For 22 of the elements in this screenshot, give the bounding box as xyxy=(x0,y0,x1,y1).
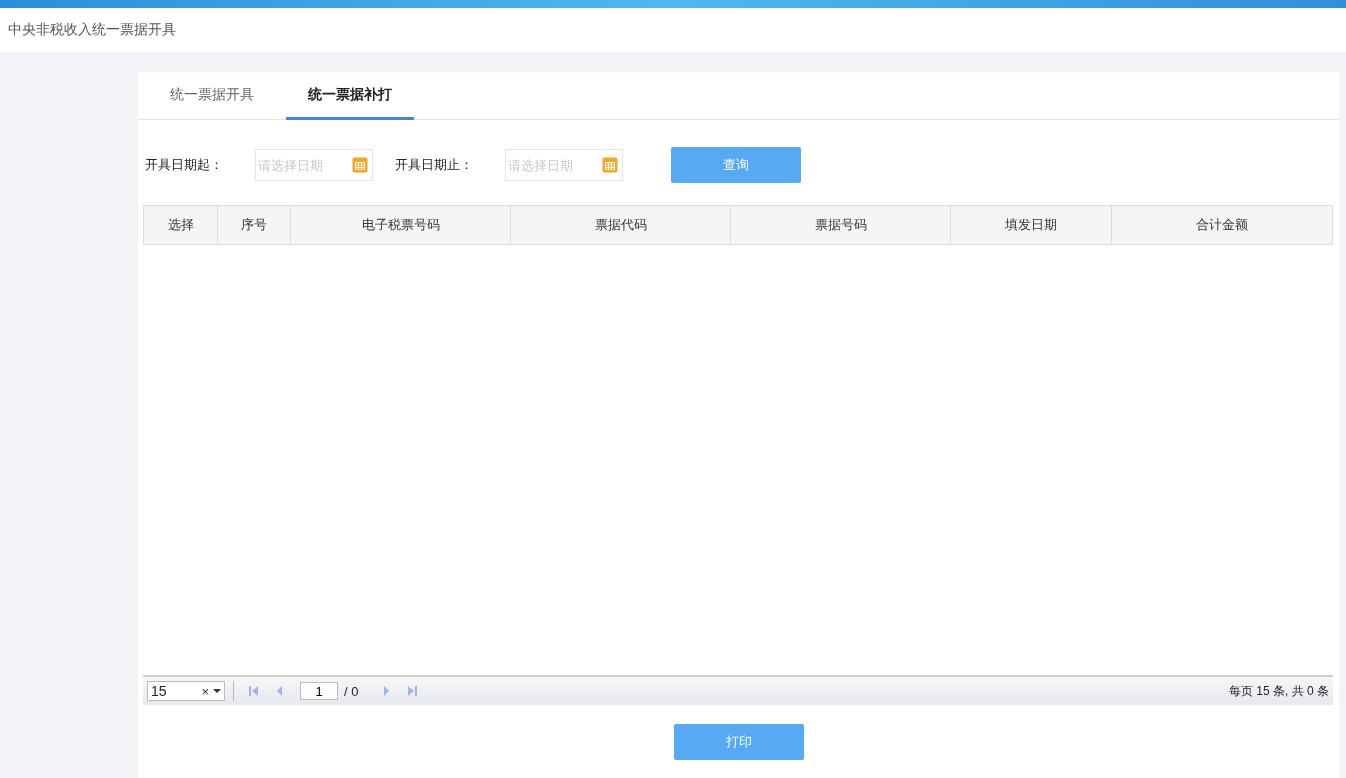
first-page-icon[interactable] xyxy=(248,685,260,697)
total-pages: / 0 xyxy=(344,683,359,699)
date-label: 开具日期起： xyxy=(145,156,224,174)
tab[interactable]: 统一票据开具 xyxy=(148,72,276,120)
date-label: 开具日期止： xyxy=(395,156,474,174)
page-summary: 每页 15 条, 共 0 条 xyxy=(1228,682,1329,700)
calendar-icon[interactable] xyxy=(352,157,368,173)
tab[interactable]: 统一票据补打 xyxy=(286,72,414,120)
dropdown-caret-icon[interactable] xyxy=(213,689,221,693)
calendar-icon[interactable] xyxy=(602,157,618,173)
page-size-select[interactable]: 15 × xyxy=(147,681,225,701)
column-header: 序号 xyxy=(217,205,291,245)
column-header: 合计金额 xyxy=(1111,205,1333,245)
column-header: 填发日期 xyxy=(950,205,1112,245)
column-header: 选择 xyxy=(143,205,218,245)
last-page-icon[interactable] xyxy=(406,685,419,697)
column-header: 票据号码 xyxy=(730,205,951,245)
column-header: 票据代码 xyxy=(510,205,731,245)
page-title: 中央非税收入统一票据开具 xyxy=(8,21,176,39)
column-header: 电子税票号码 xyxy=(290,205,511,245)
page-number-input[interactable]: 1 xyxy=(300,682,338,700)
clear-icon[interactable]: × xyxy=(201,683,209,699)
